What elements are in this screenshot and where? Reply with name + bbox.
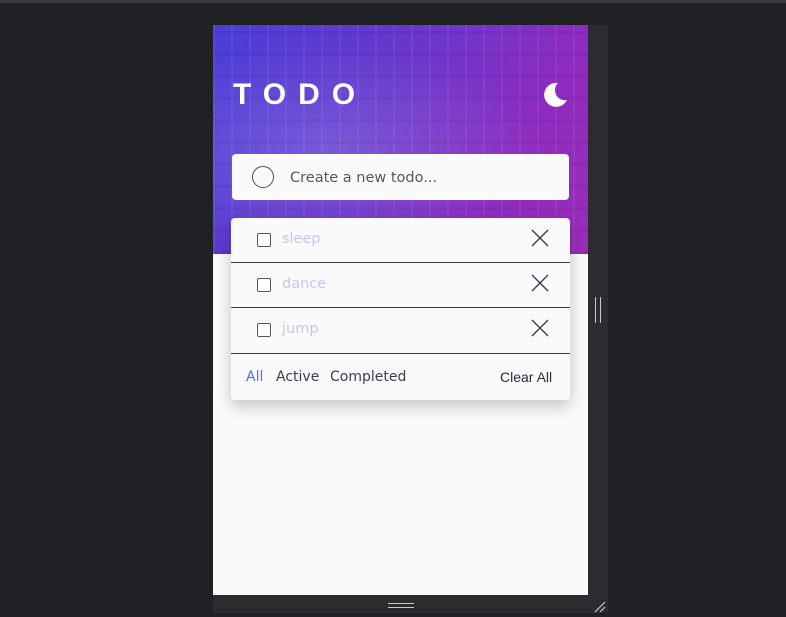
- corner-resize-handle[interactable]: [592, 598, 606, 613]
- todo-checkbox[interactable]: [257, 323, 271, 337]
- todo-footer: All Active Completed Clear All: [231, 354, 570, 400]
- todo-label: jump: [282, 321, 319, 337]
- close-icon: [531, 229, 549, 247]
- delete-todo-button[interactable]: [530, 228, 550, 248]
- todo-label: dance: [282, 276, 327, 292]
- todo-list: sleep dance jump All Active Completed Cl…: [231, 218, 570, 400]
- theme-toggle-button[interactable]: [541, 81, 569, 109]
- new-todo-input[interactable]: [288, 162, 552, 194]
- resize-grip-icon: [594, 601, 606, 613]
- todo-checkbox[interactable]: [257, 278, 271, 292]
- close-icon: [531, 319, 549, 337]
- todo-item: dance: [231, 263, 570, 308]
- horizontal-resize-handle[interactable]: [595, 297, 601, 323]
- todo-item: jump: [231, 308, 570, 354]
- clear-all-button[interactable]: Clear All: [500, 368, 552, 386]
- devtools-top-border: [0, 0, 786, 3]
- new-todo-circle-icon: [252, 166, 274, 188]
- filter-active[interactable]: Active: [276, 368, 319, 386]
- vertical-resize-handle[interactable]: [388, 603, 414, 608]
- delete-todo-button[interactable]: [530, 318, 550, 338]
- filter-all[interactable]: All: [246, 368, 263, 386]
- delete-todo-button[interactable]: [530, 273, 550, 293]
- device-viewport: TODO sleep dance: [213, 25, 588, 595]
- todo-checkbox[interactable]: [257, 233, 271, 247]
- new-todo-bar: [232, 154, 569, 200]
- filter-completed[interactable]: Completed: [330, 368, 406, 386]
- moon-icon: [544, 82, 567, 107]
- todo-label: sleep: [282, 231, 321, 247]
- app-title: TODO: [233, 78, 368, 111]
- todo-item: sleep: [231, 218, 570, 263]
- close-icon: [531, 274, 549, 292]
